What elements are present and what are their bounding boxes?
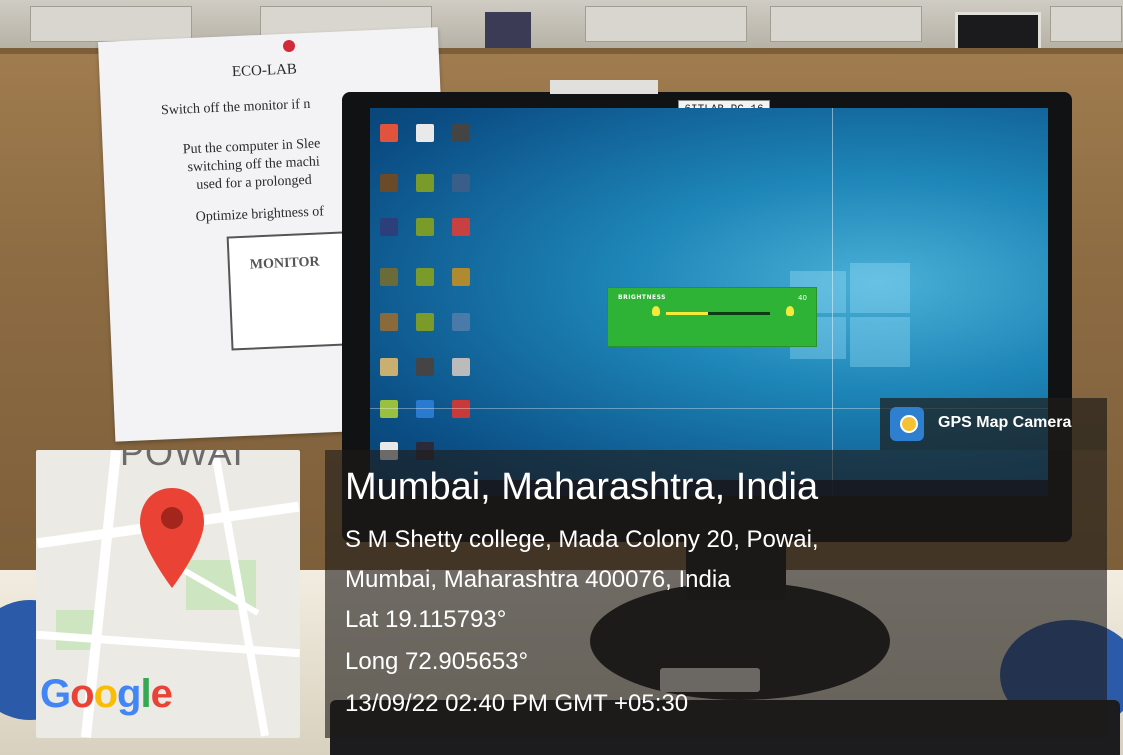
desktop-icon[interactable]	[416, 218, 434, 236]
desktop-icon[interactable]	[380, 124, 398, 142]
location-title: Mumbai, Maharashtra, India	[345, 466, 819, 508]
brightness-fill	[666, 312, 708, 315]
notice-title: ECO-LAB	[231, 61, 298, 81]
ceiling-vent	[1050, 6, 1122, 42]
desktop-icon[interactable]	[452, 218, 470, 236]
desktop-icon[interactable]	[380, 174, 398, 192]
desktop-icon[interactable]	[452, 124, 470, 142]
notice-line: used for a prolonged	[196, 172, 313, 193]
latitude: Lat 19.115793°	[345, 606, 507, 633]
push-pin	[283, 40, 295, 52]
desktop-icon[interactable]	[452, 268, 470, 286]
desktop-icon[interactable]	[416, 358, 434, 376]
timestamp: 13/09/22 02:40 PM GMT +05:30	[345, 690, 689, 717]
desktop-icon[interactable]	[452, 174, 470, 192]
desktop-icon[interactable]	[380, 358, 398, 376]
desktop-icon[interactable]	[416, 313, 434, 331]
longitude: Long 72.905653°	[345, 648, 529, 675]
desktop-icon[interactable]	[416, 174, 434, 192]
osd-value: 40	[798, 294, 807, 302]
desktop-icon[interactable]	[416, 268, 434, 286]
desktop-icon[interactable]	[380, 400, 398, 418]
brightness-slider[interactable]	[666, 312, 770, 315]
illustration-label: MONITOR	[249, 254, 320, 273]
desktop-icon[interactable]	[380, 268, 398, 286]
address-line: S M Shetty college, Mada Colony 20, Powa…	[345, 526, 819, 553]
ceiling-vent	[585, 6, 747, 42]
notice-line: Switch off the monitor if n	[160, 96, 311, 119]
ceiling-vent	[30, 6, 192, 42]
map-area-label: POWAI	[120, 450, 244, 473]
google-logo: Google	[40, 672, 173, 716]
map-thumbnail: POWAI Google	[36, 450, 300, 738]
gps-badge-label: GPS Map Camera	[938, 414, 1072, 431]
gps-badge: GPS Map Camera	[880, 398, 1107, 450]
notice-line: Optimize brightness of	[195, 204, 325, 225]
desktop-icon[interactable]	[452, 358, 470, 376]
desktop-icon[interactable]	[416, 400, 434, 418]
screen-artifact	[832, 108, 833, 496]
brightness-low-icon	[652, 306, 660, 316]
desktop-icon[interactable]	[452, 313, 470, 331]
desktop-icon[interactable]	[452, 400, 470, 418]
ceiling-vent	[770, 6, 922, 42]
desktop-icon[interactable]	[416, 124, 434, 142]
address-line: Mumbai, Maharashtra 400076, India	[345, 566, 731, 593]
asset-sticker	[550, 80, 658, 94]
location-info-panel: Mumbai, Maharashtra, India S M Shetty co…	[325, 450, 1107, 738]
osd-title: BRIGHTNESS	[618, 294, 666, 301]
brightness-high-icon	[786, 306, 794, 316]
location-pin-icon	[140, 488, 204, 588]
desktop-icon[interactable]	[380, 313, 398, 331]
brightness-osd: BRIGHTNESS 40	[607, 287, 817, 347]
desktop-icon[interactable]	[380, 218, 398, 236]
camera-pin-icon	[890, 407, 924, 441]
